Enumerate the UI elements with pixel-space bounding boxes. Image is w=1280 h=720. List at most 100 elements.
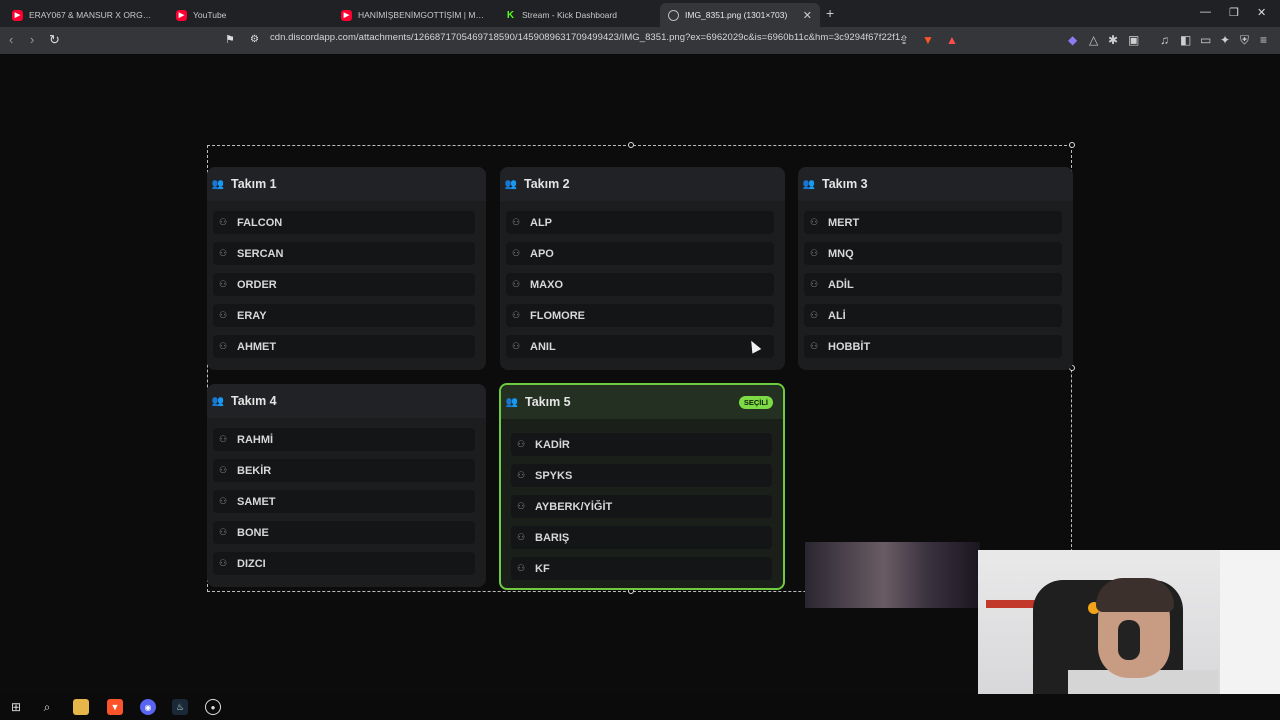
team-card[interactable]: 👥 Takım 2 ⚇ ALP ⚇ APO ⚇ MAXO ⚇ FLOMORE ⚇ ANIL [500,167,785,370]
player-row[interactable]: ⚇ ADİL [804,273,1062,296]
back-icon[interactable]: ‹ [9,32,13,47]
url-text[interactable]: cdn.discordapp.com/attachments/126687170… [270,32,902,43]
player-row[interactable]: ⚇ DIZCI [213,552,475,575]
team-header: 👥 Takım 1 [207,167,486,201]
player-row[interactable]: ⚇ SAMET [213,490,475,513]
player-row[interactable]: ⚇ SPYKS [511,464,772,487]
player-row[interactable]: ⚇ RAHMİ [213,428,475,451]
player-name: ERAY [237,309,267,322]
player-row[interactable]: ⚇ ERAY [213,304,475,327]
player-row[interactable]: ⚇ MAXO [506,273,774,296]
player-row[interactable]: ⚇ KF [511,557,772,580]
search-icon[interactable]: ⌕ [39,699,55,715]
shield-icon[interactable]: ⛨ [1240,33,1249,48]
webcam-overlay [978,550,1280,694]
leo-icon[interactable]: ✦ [1220,33,1230,47]
player-row[interactable]: ⚇ ANIL [506,335,774,358]
obs-icon[interactable]: ● [205,699,221,715]
vpn-icon[interactable]: △ [1089,33,1098,47]
player-name: HOBBİT [828,340,871,353]
user-icon: ⚇ [512,341,521,351]
player-name: SAMET [237,495,276,508]
player-row[interactable]: ⚇ FLOMORE [506,304,774,327]
sidebar-icon[interactable]: ◧ [1180,33,1191,47]
tab-youtube[interactable]: ▶ YouTube [168,3,328,27]
menu-icon[interactable]: ≡ [1260,33,1267,47]
player-row[interactable]: ⚇ ALİ [804,304,1062,327]
player-row[interactable]: ⚇ FALCON [213,211,475,234]
users-icon: 👥 [505,396,519,408]
resize-handle[interactable] [1069,142,1075,148]
extension-icon[interactable]: ◆ [1068,33,1077,47]
player-row[interactable]: ⚇ BEKİR [213,459,475,482]
player-name: KF [535,562,550,575]
new-tab-icon[interactable]: + [826,5,834,21]
user-icon: ⚇ [810,279,819,289]
player-name: ALP [530,216,552,229]
minimize-icon[interactable]: — [1200,6,1211,18]
player-name: ADİL [828,278,854,291]
close-tab-icon[interactable]: ✕ [797,9,812,22]
bookmark-icon[interactable]: ⚑ [225,33,235,46]
user-icon: ⚇ [810,341,819,351]
close-window-icon[interactable]: ✕ [1257,6,1266,19]
maximize-icon[interactable]: ❐ [1229,6,1239,19]
tab-img-8351[interactable]: IMG_8351.png (1301×703) ✕ [660,3,820,27]
users-icon: 👥 [211,395,225,407]
player-row[interactable]: ⚇ BONE [213,521,475,544]
player-row[interactable]: ⚇ KADİR [511,433,772,456]
windows-start-icon[interactable]: ⊞ [8,699,24,715]
team-name: Takım 1 [231,177,277,191]
player-name: AHMET [237,340,277,353]
selected-badge: SEÇİLİ [738,396,773,409]
brave-icon[interactable]: ▼ [107,699,123,715]
tab-madara[interactable]: ▶ HANİMİŞBENİMGOTTİŞİM | Madara C [333,3,493,27]
steam-icon[interactable]: ♨ [172,699,188,715]
wallet-icon[interactable]: ▭ [1200,33,1211,47]
brave-rewards-icon[interactable]: ▲ [946,33,958,47]
address-bar[interactable]: cdn.discordapp.com/attachments/126687170… [262,27,902,54]
player-name: BARIŞ [535,531,570,544]
background-video-overlay [805,542,980,608]
team-card[interactable]: 👥 Takım 1 ⚇ FALCON ⚇ SERCAN ⚇ ORDER ⚇ ERAY ⚇ AHMET [207,167,486,370]
user-icon: ⚇ [517,470,526,480]
player-row[interactable]: ⚇ SERCAN [213,242,475,265]
discord-icon[interactable]: ◉ [140,699,156,715]
share-icon[interactable]: ⇪ [899,33,909,47]
team-name: Takım 4 [231,394,277,408]
user-icon: ⚇ [219,310,228,320]
player-row[interactable]: ⚇ MNQ [804,242,1062,265]
forward-icon[interactable]: › [30,32,34,47]
resize-handle[interactable] [628,142,634,148]
tab-title: ERAY067 & MANSUR X ORGANG [29,10,156,20]
user-icon: ⚇ [810,248,819,258]
browser-toolbar: ‹ › ↻ ⚑ ⚙ cdn.discordapp.com/attachments… [0,27,1280,54]
tab-kick-dashboard[interactable]: K Stream - Kick Dashboard [497,3,657,27]
team-name: Takım 5 [525,395,571,409]
team-card[interactable]: 👥 Takım 4 ⚇ RAHMİ ⚇ BEKİR ⚇ SAMET ⚇ BONE ⚇ DIZCI [207,384,486,587]
puzzle-icon[interactable]: ✱ [1108,33,1118,47]
player-row[interactable]: ⚇ ORDER [213,273,475,296]
media-icon[interactable]: ♫ [1160,33,1169,47]
brave-shield-icon[interactable]: ▼ [922,33,934,47]
player-row[interactable]: ⚇ HOBBİT [804,335,1062,358]
player-row[interactable]: ⚇ BARIŞ [511,526,772,549]
team-card[interactable]: 👥 Takım 3 ⚇ MERT ⚇ MNQ ⚇ ADİL ⚇ ALİ ⚇ HOBBİT [798,167,1073,370]
tab-title: HANİMİŞBENİMGOTTİŞİM | Madara C [358,10,485,20]
tab-eray067[interactable]: ▶ ERAY067 & MANSUR X ORGANG [4,3,164,27]
user-icon: ⚇ [517,563,526,573]
reload-icon[interactable]: ↻ [49,32,60,48]
player-row[interactable]: ⚇ AHMET [213,335,475,358]
player-name: ORDER [237,278,277,291]
site-info-icon[interactable]: ⚙ [250,34,259,45]
player-row[interactable]: ⚇ MERT [804,211,1062,234]
player-row[interactable]: ⚇ AYBERK/YİĞİT [511,495,772,518]
player-row[interactable]: ⚇ APO [506,242,774,265]
team-card[interactable]: 👥 Takım 5 SEÇİLİ ⚇ KADİR ⚇ SPYKS ⚇ AYBERK/YİĞİT ⚇… [499,383,785,590]
user-icon: ⚇ [517,501,526,511]
player-row[interactable]: ⚇ ALP [506,211,774,234]
user-icon: ⚇ [219,434,228,444]
file-explorer-icon[interactable] [73,699,89,715]
user-icon: ⚇ [512,279,521,289]
capture-icon[interactable]: ▣ [1128,33,1139,47]
